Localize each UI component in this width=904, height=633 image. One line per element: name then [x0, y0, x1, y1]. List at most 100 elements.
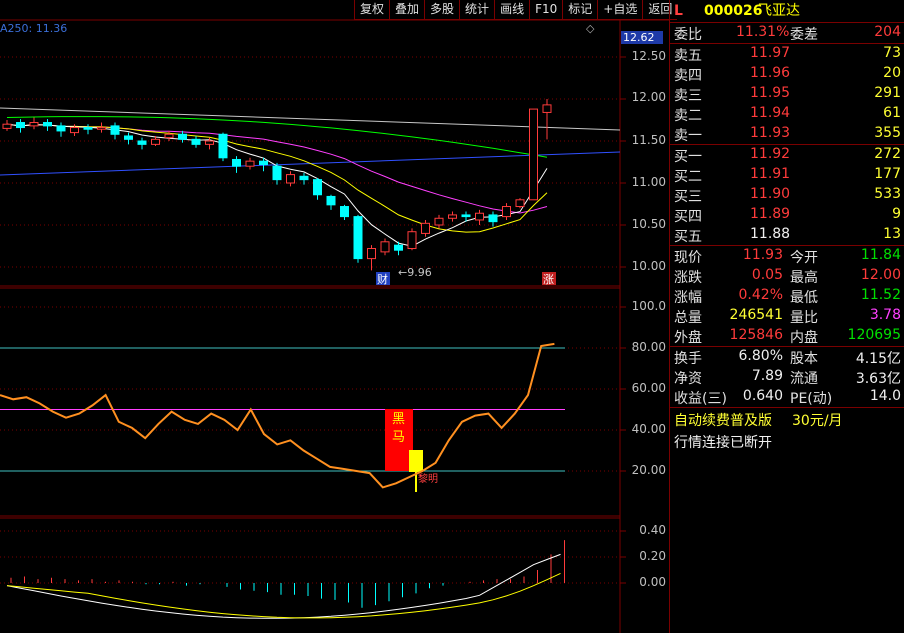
promo-text: 自动续费普及版: [674, 413, 772, 429]
toolbar-button-0[interactable]: 复权: [354, 0, 390, 20]
chart-area[interactable]: ←9.96 财 涨黑马黎明: [0, 0, 670, 633]
sell-row: 卖五 11.97 73: [670, 44, 904, 64]
candle-body: [380, 241, 390, 253]
stock-name: 飞亚达: [758, 3, 800, 19]
candle-body: [529, 108, 538, 201]
toolbar-button-2[interactable]: 多股: [424, 0, 460, 20]
stats2-label: 换手: [674, 351, 702, 367]
buy-price: 11.89: [750, 206, 791, 222]
candle-body: [43, 122, 52, 127]
candle-body: [164, 133, 174, 139]
buy-row: 买四 11.89 9: [670, 205, 904, 225]
sell-label: 卖五: [674, 48, 702, 64]
stats2-value2: 14.0: [869, 388, 901, 404]
settings-icon[interactable]: ◇: [586, 22, 594, 35]
y-axis-label: 0.40: [639, 523, 666, 537]
stats1-label: 外盘: [674, 330, 702, 346]
sell-orders: 卖五 11.97 73 卖四 11.96 20 卖三 11.95 291 卖二 11.94 61 卖一 1…: [670, 44, 904, 144]
sell-volume: 355: [874, 125, 901, 141]
candle-body: [421, 222, 430, 234]
buy-volume: 13: [883, 226, 901, 242]
ma60-line: [6, 116, 548, 158]
candle-body: [542, 104, 552, 113]
candle-body: [16, 122, 25, 129]
stats1-label: 总量: [674, 310, 702, 326]
indicator-line: [0, 342, 555, 489]
stats2-value: 7.89: [751, 368, 783, 384]
toolbar-button-4[interactable]: 画线: [494, 0, 530, 20]
stats2-row: 换手 6.80% 股本 4.15亿: [670, 347, 904, 367]
buy-label: 买三: [674, 189, 702, 205]
toolbar: 复权 叠加 多股 统计 画线 F10 标记 +自选 返回: [354, 0, 678, 20]
cai-label: 财: [377, 272, 388, 286]
buy-price: 11.90: [750, 186, 791, 202]
candle-body: [461, 214, 471, 218]
y-axis-label: 10.50: [631, 217, 666, 231]
stock-flag: L: [674, 3, 683, 19]
sell-row: 卖四 11.96 20: [670, 64, 904, 84]
buy-row: 买三 11.90 533: [670, 185, 904, 205]
candle-body: [340, 206, 349, 218]
buy-volume: 177: [874, 166, 901, 182]
candle-body: [178, 133, 187, 140]
weicha-value: 204: [874, 24, 901, 40]
zhang-label: 涨: [543, 273, 554, 286]
stats-block-1: 现价 11.93 今开 11.84 涨跌 0.05 最高 12.00 涨幅 0.42% 最低 11.5…: [670, 246, 904, 346]
toolbar-button-5[interactable]: F10: [529, 0, 563, 20]
promo-row[interactable]: 自动续费普及版 30元/月: [670, 408, 904, 430]
stats2-row: 净资 7.89 流通 3.63亿: [670, 367, 904, 387]
candle-body: [151, 138, 160, 145]
candle-body: [448, 214, 457, 219]
y-axis-label: 60.00: [631, 381, 666, 395]
status-row: 行情连接已断开: [670, 430, 904, 452]
candle-body: [137, 140, 147, 145]
heima-label-2: 马: [392, 430, 405, 445]
stock-header: L 000026 飞亚达: [670, 0, 904, 23]
y-axis-label: 0.00: [639, 575, 666, 589]
toolbar-button-7[interactable]: +自选: [597, 0, 643, 20]
buy-label: 买五: [674, 229, 702, 245]
chart-svg[interactable]: ←9.96 财 涨黑马黎明: [0, 0, 670, 633]
sell-row: 卖二 11.94 61: [670, 104, 904, 124]
weibi-row: 委比 11.31% 委差 204: [670, 23, 904, 43]
stats1-row: 涨幅 0.42% 最低 11.52: [670, 286, 904, 306]
sell-price: 11.94: [750, 105, 791, 121]
stats1-row: 涨跌 0.05 最高 12.00: [670, 266, 904, 286]
candle-body: [245, 160, 255, 167]
y-axis-label: 11.50: [631, 133, 666, 147]
weibi-value: 11.31%: [736, 24, 790, 40]
sell-row: 卖一 11.93 355: [670, 124, 904, 144]
liming-box: [409, 450, 423, 472]
candle-body: [502, 206, 511, 218]
sell-volume: 20: [883, 65, 901, 81]
candle-body: [2, 123, 12, 129]
buy-orders: 买一 11.92 272 买二 11.91 177 买三 11.90 533 买四 11.89 9 买五…: [670, 145, 904, 245]
stats1-row: 外盘 125846 内盘 120695: [670, 326, 904, 346]
candle-body: [353, 216, 363, 260]
stats1-row: 现价 11.93 今开 11.84: [670, 246, 904, 266]
buy-label: 买一: [674, 149, 702, 165]
toolbar-button-1[interactable]: 叠加: [389, 0, 425, 20]
stats1-value: 246541: [729, 307, 783, 323]
candle-body: [367, 248, 376, 260]
buy-price: 11.92: [750, 146, 791, 162]
stats1-label2: 今开: [790, 250, 818, 266]
sell-volume: 61: [883, 105, 901, 121]
sell-price: 11.96: [750, 65, 791, 81]
promo-price: 30元/月: [792, 413, 843, 429]
toolbar-button-3[interactable]: 统计: [459, 0, 495, 20]
stats2-row: 收益(三) 0.640 PE(动) 14.0: [670, 387, 904, 407]
sell-volume: 291: [874, 85, 901, 101]
y-axis-label: 12.00: [631, 90, 666, 104]
stats2-value2: 3.63亿: [855, 371, 901, 387]
candle-body: [124, 135, 133, 140]
candle-body: [83, 127, 93, 130]
candle-body: [191, 138, 201, 145]
stock-code: 000026: [704, 3, 763, 19]
buy-volume: 272: [874, 146, 901, 162]
stats1-label: 现价: [674, 250, 702, 266]
weibi-label: 委比: [674, 27, 702, 43]
liming-label: 黎明: [418, 472, 438, 485]
sell-volume: 73: [883, 45, 901, 61]
toolbar-button-6[interactable]: 标记: [562, 0, 598, 20]
